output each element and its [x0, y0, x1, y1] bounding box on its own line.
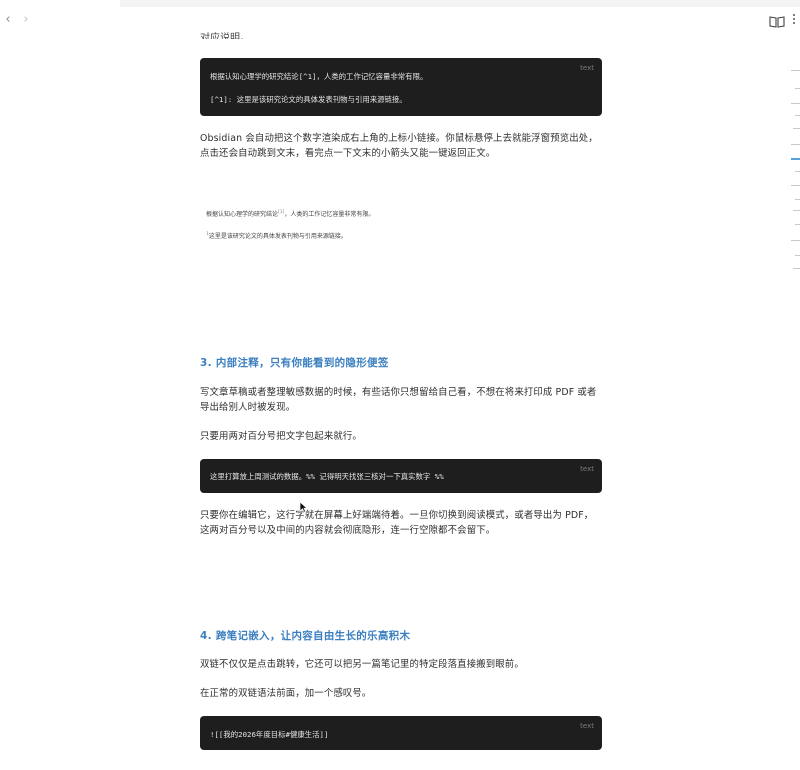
code-lang-label: text — [580, 722, 594, 730]
top-fragment: 对应说明。 — [200, 33, 250, 39]
book-open-icon[interactable] — [769, 14, 785, 28]
code-block-comment[interactable]: text 这里打算放上周测试的数据。%% 记得明天找张三核对一下真实数字 %% — [200, 459, 602, 493]
code-lang-label: text — [580, 64, 594, 72]
code-line: 这里打算放上周测试的数据。%% 记得明天找张三核对一下真实数字 %% — [210, 472, 444, 481]
code-block-embed[interactable]: text ![[我的2026年度目标#健康生活]] — [200, 716, 602, 750]
code-line: 根据认知心理学的研究结论[^1]，人类的工作记忆容量非常有限。 — [210, 72, 428, 81]
outline-scroll-markers[interactable] — [791, 70, 800, 280]
heading-3: 3. 内部注释，只有你能看到的隐形便签 — [200, 357, 389, 369]
paragraph: 双链不仅仅是点击跳转，它还可以把另一篇笔记里的特定段落直接搬到眼前。 — [200, 659, 524, 670]
mouse-cursor-icon — [299, 498, 308, 513]
forward-button[interactable]: › — [19, 13, 33, 27]
code-line: ![[我的2026年度目标#健康生活]] — [210, 730, 329, 739]
paragraph: 在正常的双链语法前面，加一个感叹号。 — [200, 688, 372, 699]
rendered-footnote-text: 1这里是该研究论文的具体发表刊物与引用来源链接。 — [206, 232, 347, 240]
paragraph: 只要你在编辑它，这行字就在屏幕上好端端待着。一旦你切换到阅读模式，或者导出为 P… — [200, 510, 594, 536]
paragraph: 只要用两对百分号把文字包起来就行。 — [200, 431, 362, 442]
rendered-footnote-preview: 根据认知心理学的研究结论[1]，人类的工作记忆容量非常有限。 — [206, 210, 375, 218]
heading-4: 4. 跨笔记嵌入，让内容自由生长的乐高积木 — [200, 630, 411, 642]
back-button[interactable]: ‹ — [1, 13, 15, 27]
more-vertical-icon[interactable] — [790, 13, 798, 29]
paragraph: 写文章草稿或者整理敏感数据的时候，有些话你只想留给自己看，不想在将来打印成 PD… — [200, 387, 597, 413]
tab-strip — [120, 0, 800, 7]
paragraph: Obsidian 会自动把这个数字渲染成右上角的上标小链接。你鼠标悬停上去就能浮… — [200, 133, 598, 159]
code-block-footnote[interactable]: text 根据认知心理学的研究结论[^1]，人类的工作记忆容量非常有限。 [^1… — [200, 58, 602, 116]
code-line: [^1]: 这里是该研究论文的具体发表刊物与引用来源链接。 — [210, 95, 407, 104]
code-lang-label: text — [580, 465, 594, 473]
